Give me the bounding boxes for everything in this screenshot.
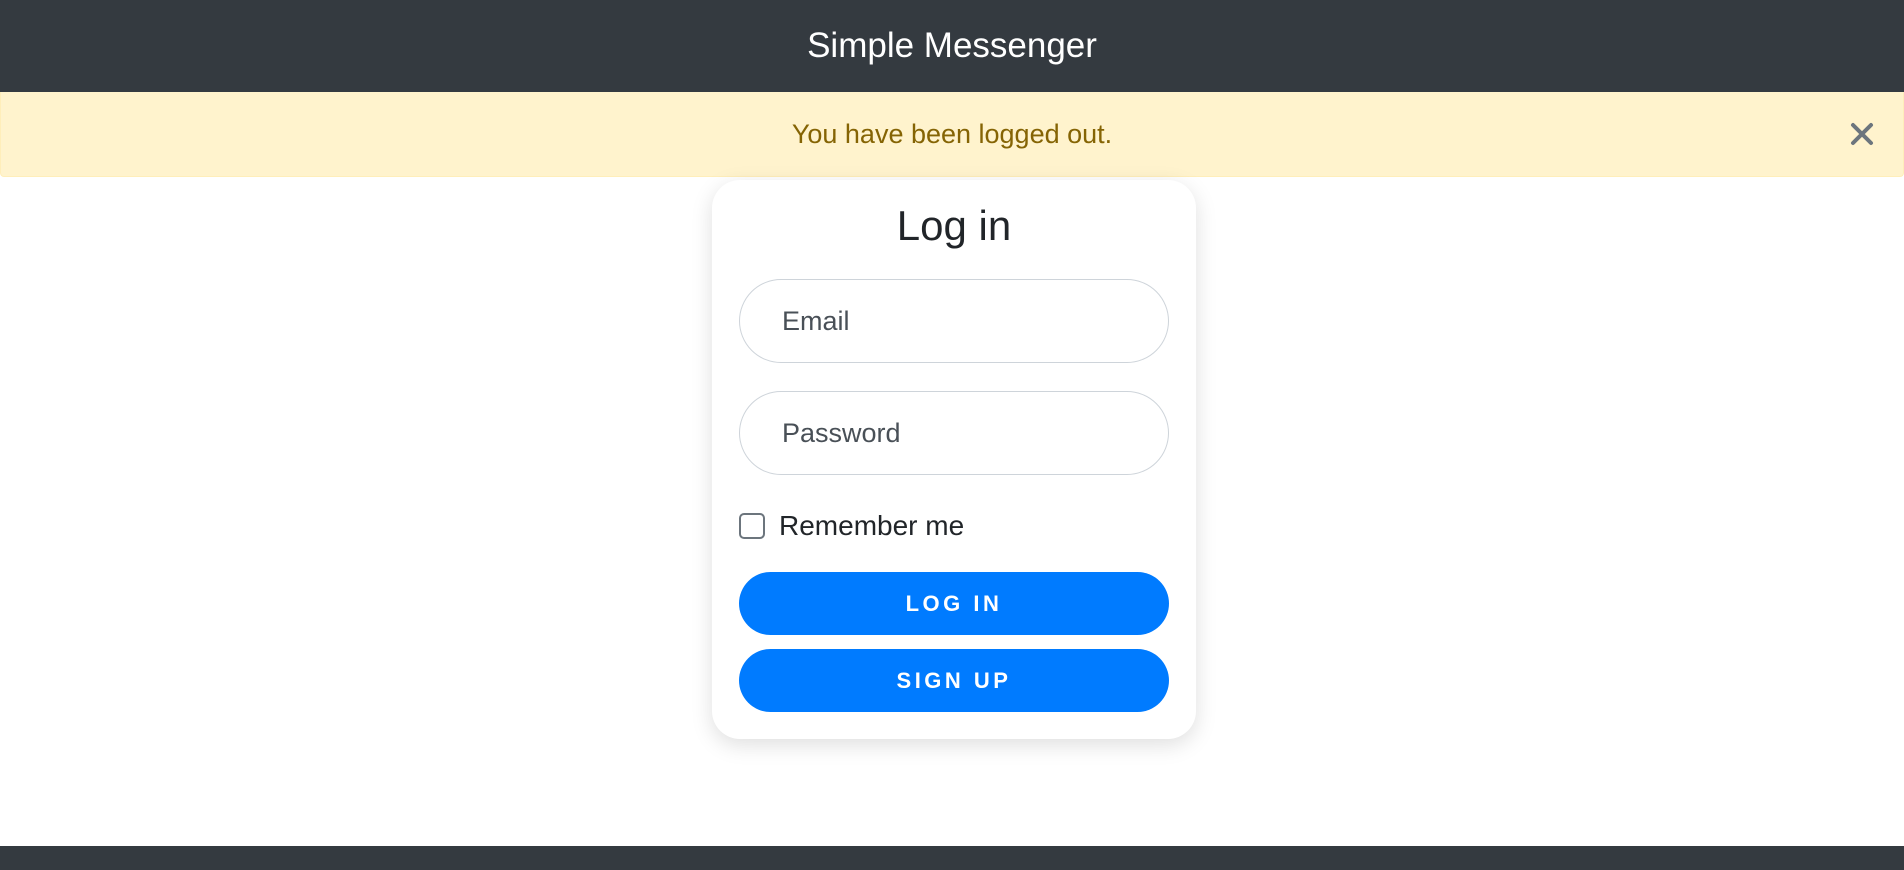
logout-alert: You have been logged out. <box>0 92 1904 177</box>
login-button[interactable]: LOG IN <box>739 572 1169 635</box>
app-header: Simple Messenger <box>0 0 1904 92</box>
alert-message: You have been logged out. <box>791 118 1113 149</box>
remember-me[interactable]: Remember me <box>739 510 964 542</box>
remember-me-checkbox[interactable] <box>739 513 765 539</box>
login-card: Log in Remember me LOG IN SIGN UP <box>712 180 1196 739</box>
email-input[interactable] <box>739 279 1169 363</box>
login-title: Log in <box>896 202 1012 249</box>
remember-me-label[interactable]: Remember me <box>779 510 964 542</box>
close-icon[interactable] <box>1849 121 1875 147</box>
app-title: Simple Messenger <box>807 26 1097 65</box>
app-footer <box>0 846 1904 870</box>
password-input[interactable] <box>739 391 1169 475</box>
signup-button[interactable]: SIGN UP <box>739 649 1169 712</box>
